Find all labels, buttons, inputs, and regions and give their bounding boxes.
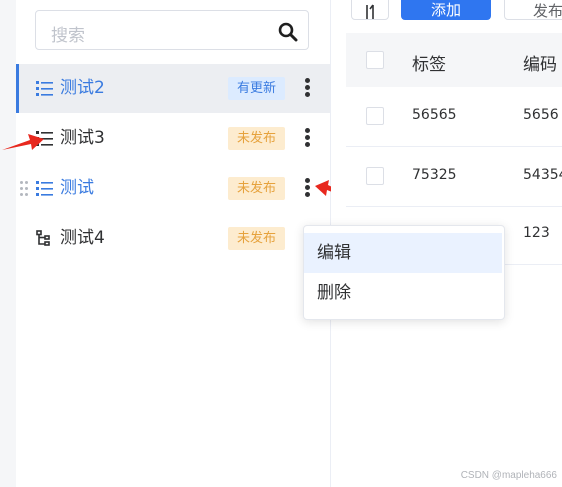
sidebar: 搜索 测试2 有更新 测试3 未发布 测试 未发布 测试4 未发布 xyxy=(16,0,331,487)
menu-item-edit[interactable]: 编辑 xyxy=(304,233,502,273)
cell-code: 54354 xyxy=(523,167,562,183)
table-row[interactable]: 56565 5656 xyxy=(346,87,562,147)
sidebar-item-test2[interactable]: 测试2 有更新 xyxy=(16,64,330,113)
cell-tag: 56565 xyxy=(412,107,457,123)
search-box[interactable]: 搜索 xyxy=(35,10,309,50)
column-header-tag: 标签 xyxy=(412,55,446,75)
list-icon xyxy=(36,81,53,96)
status-badge: 未发布 xyxy=(228,127,286,150)
sidebar-item-label: 测试2 xyxy=(60,78,105,98)
column-header-code: 编码 xyxy=(523,55,557,75)
status-badge: 未发布 xyxy=(228,227,286,250)
search-icon[interactable] xyxy=(278,22,298,42)
sidebar-item-label: 测试4 xyxy=(60,228,105,248)
add-button[interactable]: 添加 xyxy=(401,0,491,20)
context-menu: 编辑 删除 xyxy=(303,225,505,320)
tree-icon xyxy=(36,230,50,246)
publish-button[interactable]: 发布 xyxy=(504,0,562,20)
cell-code: 123 xyxy=(523,225,550,241)
more-vertical-icon[interactable] xyxy=(302,77,312,101)
menu-item-delete[interactable]: 删除 xyxy=(304,273,502,313)
row-checkbox[interactable] xyxy=(366,107,384,125)
drag-handle-icon[interactable] xyxy=(20,181,30,197)
search-placeholder: 搜索 xyxy=(51,26,85,46)
select-all-checkbox[interactable] xyxy=(366,51,384,69)
annotation-arrow-left xyxy=(2,134,44,150)
list-icon xyxy=(36,181,53,196)
status-badge: 有更新 xyxy=(228,77,286,100)
table-row[interactable]: 75325 54354 xyxy=(346,147,562,207)
cell-tag: 75325 xyxy=(412,167,457,183)
sort-icon xyxy=(366,4,374,19)
more-vertical-icon[interactable] xyxy=(302,127,312,151)
cell-code: 5656 xyxy=(523,107,559,123)
sidebar-item-label: 测试 xyxy=(60,178,94,198)
sidebar-item-test3[interactable]: 测试3 未发布 xyxy=(16,114,330,163)
sidebar-item-test4[interactable]: 测试4 未发布 xyxy=(16,214,330,263)
watermark: CSDN @mapleha666 xyxy=(460,470,557,481)
sort-button[interactable] xyxy=(351,0,389,20)
sidebar-item-test[interactable]: 测试 未发布 xyxy=(16,164,330,213)
more-vertical-icon[interactable] xyxy=(302,177,312,201)
left-edge-strip xyxy=(0,0,16,487)
table-header: 标签 编码 xyxy=(346,33,562,87)
row-checkbox[interactable] xyxy=(366,167,384,185)
status-badge: 未发布 xyxy=(228,177,286,200)
sidebar-item-label: 测试3 xyxy=(60,128,105,148)
